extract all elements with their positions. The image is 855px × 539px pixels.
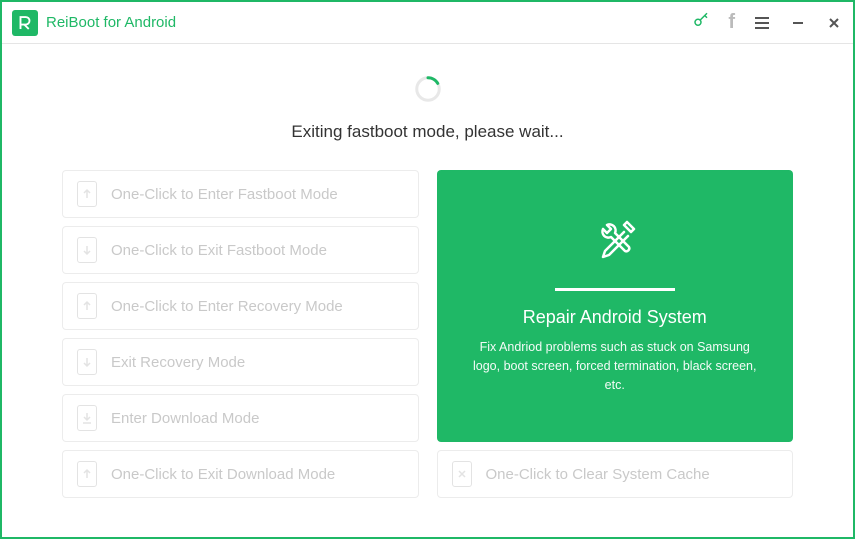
enter-fastboot-button[interactable]: One-Click to Enter Fastboot Mode <box>62 170 419 218</box>
phone-arrow-down-icon <box>77 237 97 263</box>
titlebar: ReiBoot for Android f <box>2 2 853 44</box>
clear-cache-button[interactable]: One-Click to Clear System Cache <box>437 450 794 498</box>
titlebar-controls: f <box>692 11 843 34</box>
exit-recovery-button[interactable]: Exit Recovery Mode <box>62 338 419 386</box>
option-label: One-Click to Clear System Cache <box>486 466 710 483</box>
app-window: ReiBoot for Android f <box>0 0 855 539</box>
hero-title: Repair Android System <box>523 307 707 328</box>
main-content: Exiting fastboot mode, please wait... On… <box>2 44 853 537</box>
minimize-button[interactable] <box>789 14 807 32</box>
facebook-icon[interactable]: f <box>728 11 735 34</box>
exit-download-button[interactable]: One-Click to Exit Download Mode <box>62 450 419 498</box>
option-label: One-Click to Enter Fastboot Mode <box>111 186 338 203</box>
phone-download-icon <box>77 405 97 431</box>
key-icon[interactable] <box>692 11 710 34</box>
repair-system-card[interactable]: Repair Android System Fix Andriod proble… <box>437 170 794 442</box>
hero-description: Fix Andriod problems such as stuck on Sa… <box>467 338 764 394</box>
option-label: One-Click to Enter Recovery Mode <box>111 298 343 315</box>
options-grid: One-Click to Enter Fastboot Mode One-Cli… <box>62 170 793 498</box>
phone-arrow-down-icon <box>77 349 97 375</box>
enter-download-button[interactable]: Enter Download Mode <box>62 394 419 442</box>
status-message: Exiting fastboot mode, please wait... <box>291 122 563 142</box>
logo-r-icon <box>16 14 34 32</box>
tools-icon <box>591 217 639 270</box>
phone-arrow-up-icon <box>77 181 97 207</box>
enter-recovery-button[interactable]: One-Click to Enter Recovery Mode <box>62 282 419 330</box>
phone-arrow-up-icon <box>77 293 97 319</box>
app-logo <box>12 10 38 36</box>
app-title: ReiBoot for Android <box>46 14 176 31</box>
option-label: One-Click to Exit Download Mode <box>111 466 335 483</box>
option-label: Exit Recovery Mode <box>111 354 245 371</box>
options-right-column: Repair Android System Fix Andriod proble… <box>437 170 794 498</box>
phone-clear-icon <box>452 461 472 487</box>
option-label: One-Click to Exit Fastboot Mode <box>111 242 327 259</box>
divider <box>555 288 675 291</box>
menu-icon[interactable] <box>753 14 771 32</box>
status-area: Exiting fastboot mode, please wait... <box>62 74 793 142</box>
close-button[interactable] <box>825 14 843 32</box>
spinner-icon <box>413 74 443 104</box>
phone-arrow-up-icon <box>77 461 97 487</box>
exit-fastboot-button[interactable]: One-Click to Exit Fastboot Mode <box>62 226 419 274</box>
option-label: Enter Download Mode <box>111 410 259 427</box>
options-left-column: One-Click to Enter Fastboot Mode One-Cli… <box>62 170 419 498</box>
